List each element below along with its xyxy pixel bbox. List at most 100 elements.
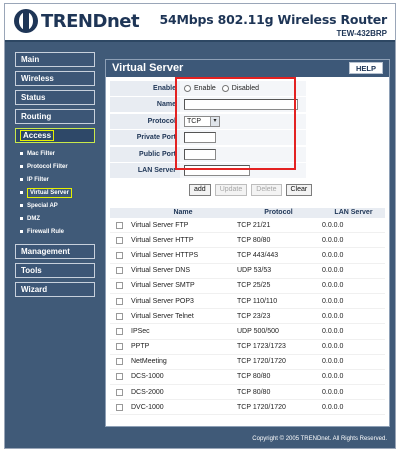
table-row[interactable]: Virtual Server HTTP TCP 80/80 0.0.0.0 xyxy=(110,233,385,249)
disabled-radio[interactable] xyxy=(221,84,229,92)
row-protocol: UDP 500/500 xyxy=(237,327,279,335)
row-lan-server: 0.0.0.0 xyxy=(322,388,344,396)
name-label: Name xyxy=(110,97,180,113)
table-row[interactable]: IPSec UDP 500/500 0.0.0.0 xyxy=(110,324,385,340)
row-lan-server: 0.0.0.0 xyxy=(322,312,344,320)
enable-radio[interactable] xyxy=(184,84,191,92)
logo-text: TRENDnet xyxy=(41,10,140,32)
row-check-cell xyxy=(110,236,128,244)
row-protocol: TCP 443/443 xyxy=(237,251,279,259)
disabled-radio-label: Disabled xyxy=(231,84,260,92)
table-row[interactable]: Virtual Server HTTPS TCP 443/443 0.0.0.0 xyxy=(110,248,385,264)
row-name: IPSec xyxy=(131,327,150,335)
private-port-input[interactable] xyxy=(184,132,216,144)
nav-wireless[interactable]: Wireless xyxy=(15,71,95,86)
table-row[interactable]: NetMeeting TCP 1720/1720 0.0.0.0 xyxy=(110,355,385,370)
col-name-header: Name xyxy=(173,209,193,216)
row-checkbox[interactable] xyxy=(115,343,123,351)
table-row[interactable]: Virtual Server POP3 TCP 110/110 0.0.0.0 xyxy=(110,294,385,310)
row-checkbox[interactable] xyxy=(115,236,123,244)
product-model: TEW-432BRP xyxy=(336,29,387,38)
table-row[interactable]: Virtual Server DNS UDP 53/53 0.0.0.0 xyxy=(110,264,385,279)
subnav-protocol-filter[interactable]: Protocol Filter xyxy=(17,160,99,173)
subnav-virtual-server[interactable]: Virtual Server xyxy=(17,186,99,199)
row-name: Virtual Server HTTP xyxy=(131,236,194,244)
lan-server-cell xyxy=(180,163,306,179)
help-button[interactable]: HELP xyxy=(349,62,383,74)
subnav-dmz[interactable]: DMZ xyxy=(17,212,99,225)
lan-server-input[interactable] xyxy=(184,165,250,177)
subnav-label: Firewall Rule xyxy=(27,228,65,235)
add-button[interactable]: add xyxy=(189,184,211,196)
subnav-special-ap[interactable]: Special AP xyxy=(17,199,99,212)
table-row[interactable]: Virtual Server SMTP TCP 25/25 0.0.0.0 xyxy=(110,279,385,294)
content-header: Virtual Server HELP xyxy=(106,60,389,77)
row-checkbox[interactable] xyxy=(115,267,123,275)
subnav-label: Protocol Filter xyxy=(27,163,68,170)
update-button[interactable]: Update xyxy=(214,184,248,196)
protocol-field-cell: TCP ▾ xyxy=(180,113,306,129)
protocol-select[interactable]: TCP ▾ xyxy=(184,115,220,127)
bullet-icon xyxy=(20,165,23,168)
table-row[interactable]: DCS-2000 TCP 80/80 0.0.0.0 xyxy=(110,385,385,401)
enable-label: Enable xyxy=(110,80,180,96)
page-title: Virtual Server xyxy=(112,62,184,74)
access-subnav: Mac Filter Protocol Filter IP Filter Vir… xyxy=(17,147,99,238)
row-name: Virtual Server FTP xyxy=(131,221,189,229)
nav-wizard[interactable]: Wizard xyxy=(15,282,95,297)
subnav-label: IP Filter xyxy=(27,176,49,183)
trendnet-logo: TRENDnet xyxy=(14,9,140,33)
nav-status[interactable]: Status xyxy=(15,90,95,105)
nav-management[interactable]: Management xyxy=(15,244,95,259)
row-checkbox[interactable] xyxy=(115,312,123,320)
row-lan-server: 0.0.0.0 xyxy=(322,403,344,411)
bullet-icon xyxy=(20,191,23,194)
table-row[interactable]: Virtual Server Telnet TCP 23/23 0.0.0.0 xyxy=(110,309,385,325)
subnav-mac-filter[interactable]: Mac Filter xyxy=(17,147,99,160)
col-protocol-header: Protocol xyxy=(264,209,293,216)
trendnet-logo-icon xyxy=(14,9,38,33)
nav-routing[interactable]: Routing xyxy=(15,109,95,124)
clear-button[interactable]: Clear xyxy=(285,184,313,196)
row-checkbox[interactable] xyxy=(115,388,123,396)
row-checkbox[interactable] xyxy=(115,251,123,259)
table-row[interactable]: PPTP TCP 1723/1723 0.0.0.0 xyxy=(110,340,385,355)
product-info: 54Mbps 802.11g Wireless Router TEW-432BR… xyxy=(160,12,388,38)
row-checkbox[interactable] xyxy=(115,282,123,290)
public-port-row: Public Port xyxy=(110,146,306,162)
row-checkbox[interactable] xyxy=(115,358,123,366)
table-row[interactable]: Virtual Server FTP TCP 21/21 0.0.0.0 xyxy=(110,218,385,234)
row-name: Virtual Server POP3 xyxy=(131,297,194,305)
row-checkbox[interactable] xyxy=(115,327,123,335)
table-row[interactable]: DCS-1000 TCP 80/80 0.0.0.0 xyxy=(110,370,385,386)
table-row[interactable]: DVC-1000 TCP 1720/1720 0.0.0.0 xyxy=(110,400,385,416)
row-check-cell xyxy=(110,267,128,275)
public-port-input[interactable] xyxy=(184,148,216,160)
subnav-label: Mac Filter xyxy=(27,150,56,157)
nav-tools[interactable]: Tools xyxy=(15,263,95,278)
row-check-cell xyxy=(110,327,128,335)
delete-button[interactable]: Delete xyxy=(251,184,282,196)
subnav-ip-filter[interactable]: IP Filter xyxy=(17,173,99,186)
sidebar: Main Wireless Status Routing Access Mac … xyxy=(15,52,99,301)
row-lan-server: 0.0.0.0 xyxy=(322,327,344,335)
name-input[interactable] xyxy=(184,99,298,111)
footer-copyright: Copyright © 2005 TRENDnet. All Rights Re… xyxy=(252,436,387,442)
router-admin-window: TRENDnet 54Mbps 802.11g Wireless Router … xyxy=(4,3,396,449)
row-checkbox[interactable] xyxy=(115,403,123,411)
subnav-firewall-rule[interactable]: Firewall Rule xyxy=(17,225,99,238)
row-lan-server: 0.0.0.0 xyxy=(322,251,344,259)
subnav-label: DMZ xyxy=(27,215,40,222)
nav-access[interactable]: Access xyxy=(15,128,95,143)
row-lan-server: 0.0.0.0 xyxy=(322,282,344,290)
row-protocol: TCP 1720/1720 xyxy=(237,403,286,411)
row-lan-server: 0.0.0.0 xyxy=(322,297,344,305)
row-checkbox[interactable] xyxy=(115,297,123,305)
row-checkbox[interactable] xyxy=(115,221,123,229)
nav-main[interactable]: Main xyxy=(15,52,95,67)
row-name: DCS-1000 xyxy=(131,373,164,381)
lan-server-row: LAN Server xyxy=(110,163,306,179)
enable-radio-label: Enable xyxy=(194,84,216,92)
row-name: DVC-1000 xyxy=(131,403,164,411)
row-checkbox[interactable] xyxy=(115,373,123,381)
